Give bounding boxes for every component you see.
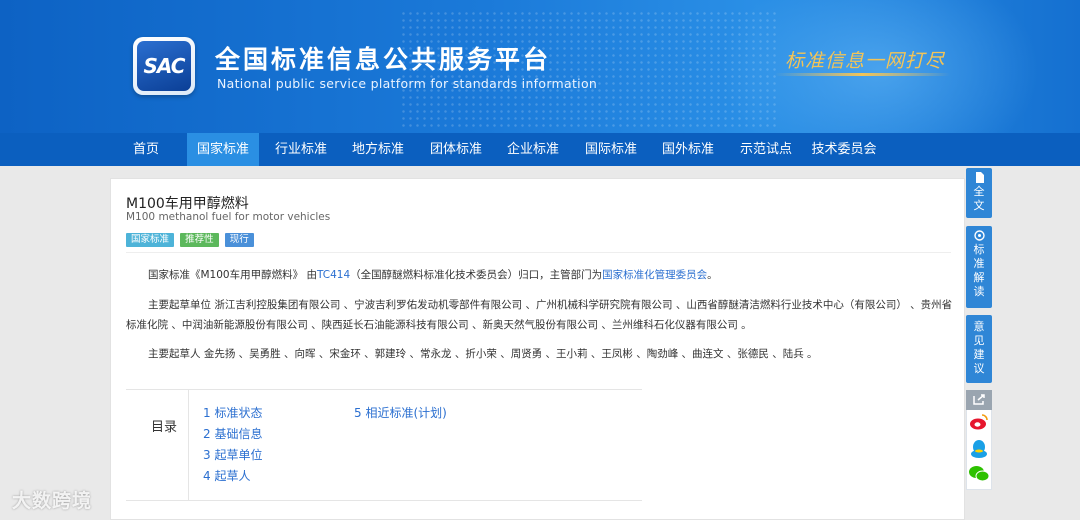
watermark-text: 大数跨境 xyxy=(12,490,93,512)
standard-title-en: M100 methanol fuel for motor vehicles xyxy=(126,211,331,223)
sidebar-feedback-label: 意见建议 xyxy=(973,320,985,375)
nav-local-standards[interactable]: 地方标准 xyxy=(342,133,414,166)
header-banner: SAC 全国标准信息公共服务平台 National public service… xyxy=(0,0,1080,133)
nav-industry-standards[interactable]: 行业标准 xyxy=(265,133,337,166)
nav-foreign-standards[interactable]: 国外标准 xyxy=(652,133,724,166)
drafting-units: 主要起草单位 浙江吉利控股集团有限公司 、宁波吉利罗佑发动机零部件有限公司 、广… xyxy=(126,299,953,331)
main-nav: 首页 国家标准 行业标准 地方标准 团体标准 企业标准 国际标准 国外标准 示范… xyxy=(0,133,1080,166)
sac-logo[interactable]: SAC xyxy=(133,37,195,95)
site-subtitle: National public service platform for sta… xyxy=(217,76,598,91)
info-circle-icon xyxy=(973,230,985,241)
toc-label-cell: 目录 xyxy=(126,390,189,500)
nav-tech-committees[interactable]: 技术委员会 xyxy=(806,133,882,166)
table-of-contents: 目录 1 标准状态 2 基础信息 3 起草单位 4 起草人 5 相近标准(计划) xyxy=(126,389,642,501)
nav-international-standards[interactable]: 国际标准 xyxy=(575,133,647,166)
tc414-link[interactable]: TC414 xyxy=(317,269,350,281)
summary-paragraph: 国家标准《M100车用甲醇燃料》 由TC414（全国醇醚燃料标准化技术委员会）归… xyxy=(126,265,956,285)
toc-item-status[interactable]: 1 标准状态 xyxy=(203,404,262,421)
site-title: 全国标准信息公共服务平台 xyxy=(215,45,552,74)
toc-item-similar-standards[interactable]: 5 相近标准(计划) xyxy=(354,404,447,421)
summary-suffix: 。 xyxy=(707,269,718,281)
nav-pilot-demo[interactable]: 示范试点 xyxy=(730,133,802,166)
nav-home[interactable]: 首页 xyxy=(115,133,177,166)
sac-dept-link[interactable]: 国家标准化管理委员会 xyxy=(602,269,707,281)
slogan: 标准信息一网打尽 xyxy=(785,50,946,72)
sidebar-fulltext-button[interactable]: 全文 xyxy=(966,168,992,218)
toc-item-drafters[interactable]: 4 起草人 xyxy=(203,467,250,484)
summary-prefix: 国家标准《M100车用甲醇燃料》 由 xyxy=(148,269,317,281)
share-button[interactable] xyxy=(966,390,992,410)
share-icon xyxy=(973,394,985,405)
standard-title: M100车用甲醇燃料 xyxy=(126,196,249,212)
tag-recommended: 推荐性 xyxy=(180,233,219,247)
divider xyxy=(126,252,951,253)
standard-detail-card: M100车用甲醇燃料 M100 methanol fuel for motor … xyxy=(110,178,965,520)
nav-national-standards[interactable]: 国家标准 xyxy=(187,133,259,166)
standard-tags: 国家标准 推荐性 现行 xyxy=(126,227,255,247)
slogan-underline xyxy=(775,73,950,76)
sidebar-feedback-button[interactable]: 意见建议 xyxy=(966,315,992,383)
tag-current: 现行 xyxy=(224,233,254,247)
sidebar-interpret-button[interactable]: 标准解读 xyxy=(966,226,992,308)
drafters: 主要起草人 金先扬 、吴勇胜 、向晖 、宋金环 、郭建玲 、常永龙 、折小荣 、… xyxy=(148,348,818,360)
nav-enterprise-standards[interactable]: 企业标准 xyxy=(497,133,569,166)
weibo-icon[interactable] xyxy=(968,412,990,432)
nav-group-standards[interactable]: 团体标准 xyxy=(420,133,492,166)
tag-national: 国家标准 xyxy=(126,233,175,247)
qq-icon[interactable] xyxy=(968,438,990,460)
logo-text: SAC xyxy=(137,41,191,91)
sidebar-fulltext-label: 全文 xyxy=(973,185,985,212)
toc-item-basic-info[interactable]: 2 基础信息 xyxy=(203,425,262,442)
document-icon xyxy=(975,172,984,183)
toc-item-drafting-units[interactable]: 3 起草单位 xyxy=(203,446,262,463)
summary-middle: （全国醇醚燃料标准化技术委员会）归口，主管部门为 xyxy=(350,269,603,281)
sidebar-interpret-label: 标准解读 xyxy=(973,243,985,298)
wechat-icon[interactable] xyxy=(968,465,990,483)
toc-label: 目录 xyxy=(151,420,178,435)
